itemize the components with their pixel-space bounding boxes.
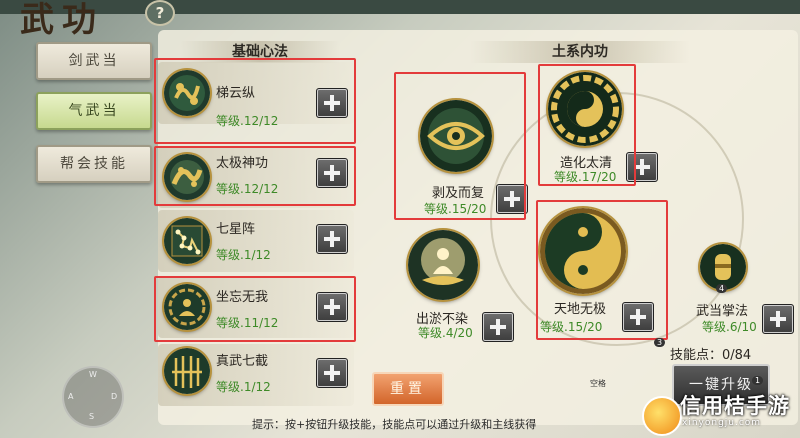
upgrade-plus-button[interactable]	[316, 358, 348, 388]
skill-badge: 4	[716, 284, 728, 293]
window-title-art: 武功	[20, 0, 104, 40]
virtual-joystick[interactable]: W A D S	[62, 366, 124, 428]
tab-qi-wudang[interactable]: 气武当	[36, 92, 152, 130]
basic-skill-row: 七星阵 等级.1/12	[158, 206, 354, 276]
skill-name: 武当掌法	[696, 304, 749, 319]
highlight-box	[536, 200, 668, 340]
lotus-sage-icon[interactable]	[408, 230, 478, 300]
highlight-box	[394, 72, 526, 220]
highlight-box	[538, 64, 636, 186]
hint-text: 提示：按+按钮升级技能，技能点可以通过升级和主线获得	[252, 418, 537, 431]
top-bar	[0, 0, 800, 14]
seven-stars-icon[interactable]	[164, 218, 210, 264]
upgrade-plus-button[interactable]	[482, 312, 514, 342]
earth-section-title: 土系内功	[470, 41, 690, 63]
help-button[interactable]: ?	[145, 0, 175, 26]
skill-points: 技能点：0/84	[670, 348, 752, 363]
skill-level: 等级.6/10	[702, 320, 757, 334]
watermark: 信用桔手游 xinyongju.com	[640, 394, 800, 438]
watermark-url: xinyongju.com	[682, 418, 762, 428]
tab-sword-wudang[interactable]: 剑武当	[36, 42, 152, 80]
joystick-right-label: D	[111, 392, 118, 401]
skill-name: 七星阵	[216, 222, 256, 237]
basic-skill-row: 真武七截 等级.1/12	[158, 340, 354, 410]
tab-guild-skills[interactable]: 帮会技能	[36, 145, 152, 183]
skill-level: 等级.1/12	[216, 248, 271, 262]
joystick-left-label: A	[68, 392, 74, 401]
skill-level: 等级.4/20	[418, 326, 473, 340]
skill-level: 等级.1/12	[216, 380, 271, 394]
watermark-text: 信用桔手游	[680, 394, 790, 418]
skill-badge: 3	[654, 338, 666, 347]
joystick-down-label: S	[89, 412, 95, 421]
golden-cage-icon[interactable]	[164, 348, 210, 394]
upgrade-badge: 1	[752, 376, 764, 385]
highlight-box	[154, 58, 356, 144]
reset-button[interactable]: 重置	[372, 372, 444, 406]
upgrade-plus-button[interactable]	[762, 304, 794, 334]
skill-name: 真武七截	[216, 354, 269, 369]
upgrade-plus-button[interactable]	[316, 224, 348, 254]
highlight-box	[154, 276, 356, 342]
orange-logo-icon	[642, 396, 682, 436]
highlight-box	[154, 146, 356, 206]
space-key-hint: 空格	[590, 379, 606, 388]
joystick-up-label: W	[89, 370, 97, 379]
